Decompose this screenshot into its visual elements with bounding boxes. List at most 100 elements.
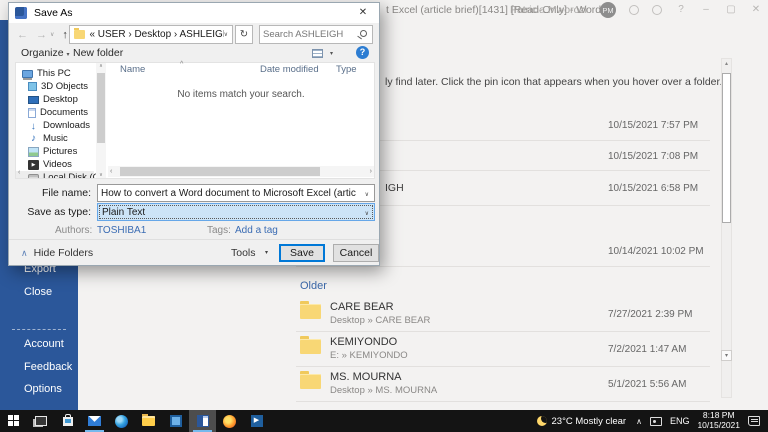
- folder-date: 5/1/2021 5:56 AM: [608, 379, 687, 390]
- sidebar-item-options[interactable]: Options: [24, 383, 62, 395]
- nav-item-videos[interactable]: ▶ Videos: [28, 158, 72, 171]
- back-icon[interactable]: ←: [17, 29, 28, 41]
- tags-label: Tags:: [207, 225, 231, 236]
- address-dropdown-icon[interactable]: ∨: [224, 31, 228, 38]
- column-date-modified[interactable]: Date modified: [260, 64, 319, 75]
- file-name-dropdown-icon[interactable]: ∨: [365, 191, 369, 198]
- folder-name[interactable]: KEMIYONDO: [330, 336, 397, 348]
- scrollbar-thumb[interactable]: [120, 167, 320, 176]
- file-explorer-button[interactable]: [135, 410, 162, 432]
- nav-item-pictures[interactable]: Pictures: [28, 145, 77, 158]
- dialog-close-icon[interactable]: ✕: [349, 3, 377, 22]
- row-divider: [296, 401, 710, 402]
- nav-item-downloads[interactable]: ↑ Downloads: [28, 119, 90, 132]
- folder-name[interactable]: MS. MOURNA: [330, 371, 402, 383]
- hide-folders-button[interactable]: ∧ Hide Folders: [21, 247, 93, 259]
- file-name-input[interactable]: [101, 186, 356, 200]
- nav-hscroll-left-icon[interactable]: ‹: [18, 169, 20, 176]
- feedback-smile-icon[interactable]: [629, 5, 639, 15]
- show-hidden-icons-button[interactable]: ∧: [636, 417, 642, 426]
- store-button[interactable]: [54, 410, 81, 432]
- sidebar-item-close[interactable]: Close: [24, 286, 52, 298]
- search-input[interactable]: [263, 27, 357, 42]
- help-icon[interactable]: ?: [356, 46, 369, 59]
- dialog-titlebar[interactable]: Save As ✕: [9, 3, 379, 23]
- nav-item-this-pc[interactable]: This PC: [22, 67, 71, 80]
- weather-text[interactable]: 23°C Mostly clear: [552, 416, 627, 427]
- authors-value[interactable]: TOSHIBA1: [97, 225, 146, 236]
- scroll-down-icon[interactable]: ∨: [96, 172, 106, 178]
- up-icon[interactable]: ↑: [62, 29, 68, 41]
- word-button[interactable]: [189, 410, 216, 432]
- system-tray: 23°C Mostly clear ∧ ENG 8:18 PM 10/15/202…: [536, 410, 768, 432]
- sidebar-item-feedback[interactable]: Feedback: [24, 361, 72, 373]
- minimize-icon[interactable]: –: [700, 0, 712, 20]
- dialog-nav-pane: This PC 3D Objects Desktop Documents ↑ Do…: [16, 63, 96, 178]
- folder-path: Desktop » CARE BEAR: [330, 315, 431, 326]
- breadcrumb[interactable]: « USER › Desktop › ASHLEIGH: [89, 29, 223, 40]
- scroll-up-icon[interactable]: ∧: [96, 63, 106, 69]
- movies-button[interactable]: ▶: [243, 410, 270, 432]
- address-bar[interactable]: « USER › Desktop › ASHLEIGH ∨: [69, 25, 233, 44]
- folder-name[interactable]: CARE BEAR: [330, 301, 394, 313]
- scroll-up-icon[interactable]: ▴: [722, 60, 731, 67]
- metadata-row: Authors: TOSHIBA1 Tags: Add a tag: [9, 225, 379, 239]
- folder-date: 7/2/2021 1:47 AM: [608, 344, 687, 355]
- view-dropdown-icon[interactable]: ▾: [330, 50, 333, 57]
- nav-item-local-disk[interactable]: Local Disk (C:): [16, 171, 96, 178]
- organize-button[interactable]: Organize ▾: [21, 47, 70, 59]
- column-name[interactable]: Name: [120, 64, 145, 75]
- refresh-icon[interactable]: ↻: [235, 25, 253, 44]
- mail-icon: [88, 416, 101, 426]
- scroll-right-icon[interactable]: ›: [370, 168, 372, 175]
- scrollbar-thumb[interactable]: [722, 73, 731, 223]
- edge-button[interactable]: [108, 410, 135, 432]
- nav-pane-scrollbar[interactable]: ∧ ∨: [96, 63, 106, 178]
- help-icon[interactable]: ?: [675, 0, 687, 20]
- start-button[interactable]: [0, 410, 27, 432]
- avatar[interactable]: PM: [600, 2, 616, 18]
- scrollbar-thumb[interactable]: [97, 73, 105, 143]
- new-folder-button[interactable]: New folder: [73, 47, 123, 59]
- file-list: Name ^ Date modified Type No items match…: [108, 61, 374, 178]
- disk-icon: [28, 174, 39, 178]
- close-icon[interactable]: ✕: [750, 0, 762, 20]
- scroll-left-icon[interactable]: ‹: [110, 168, 112, 175]
- firefox-button[interactable]: [216, 410, 243, 432]
- column-type[interactable]: Type: [336, 64, 357, 75]
- save-button[interactable]: Save: [279, 244, 325, 262]
- search-box[interactable]: [259, 25, 373, 44]
- mail-button[interactable]: [81, 410, 108, 432]
- chevron-up-icon: ∧: [21, 248, 28, 258]
- nav-item-documents[interactable]: Documents: [28, 106, 88, 119]
- nav-item-desktop[interactable]: Desktop: [28, 93, 78, 106]
- scroll-down-icon[interactable]: ▾: [721, 350, 732, 361]
- clock[interactable]: 8:18 PM 10/15/2021: [697, 410, 740, 431]
- action-center-icon[interactable]: [748, 416, 760, 426]
- content-scrollbar[interactable]: ▴: [721, 58, 732, 398]
- sidebar-item-account[interactable]: Account: [24, 338, 64, 350]
- save-as-type-combo[interactable]: Plain Text ∨: [97, 203, 375, 221]
- weather-moon-icon[interactable]: [536, 416, 547, 426]
- language-indicator[interactable]: ENG: [670, 416, 690, 426]
- task-view-button[interactable]: [27, 410, 54, 432]
- touch-keyboard-icon[interactable]: [649, 416, 662, 426]
- dialog-body: This PC 3D Objects Desktop Documents ↑ Do…: [15, 61, 375, 179]
- recent-folder-name-fragment[interactable]: IGH: [385, 182, 404, 194]
- cancel-button[interactable]: Cancel: [333, 244, 379, 262]
- nav-item-music[interactable]: ♪ Music: [28, 132, 68, 145]
- file-list-hscrollbar[interactable]: ‹ ›: [108, 166, 374, 177]
- history-dropdown-icon[interactable]: ∨: [50, 31, 54, 38]
- tools-dropdown-icon[interactable]: ▾: [265, 249, 268, 256]
- forward-icon[interactable]: →: [36, 29, 47, 41]
- tools-button[interactable]: Tools: [231, 247, 256, 259]
- file-name-row: File name: ∨: [9, 184, 379, 202]
- change-view-icon[interactable]: [312, 49, 323, 58]
- add-a-tag-link[interactable]: Add a tag: [235, 225, 278, 236]
- feedback-frown-icon[interactable]: [652, 5, 662, 15]
- restore-icon[interactable]: ▢: [725, 0, 737, 20]
- photos-button[interactable]: [162, 410, 189, 432]
- nav-item-3d-objects[interactable]: 3D Objects: [28, 80, 88, 93]
- save-as-type-dropdown-icon[interactable]: ∨: [365, 210, 369, 217]
- file-name-combo[interactable]: ∨: [97, 184, 375, 202]
